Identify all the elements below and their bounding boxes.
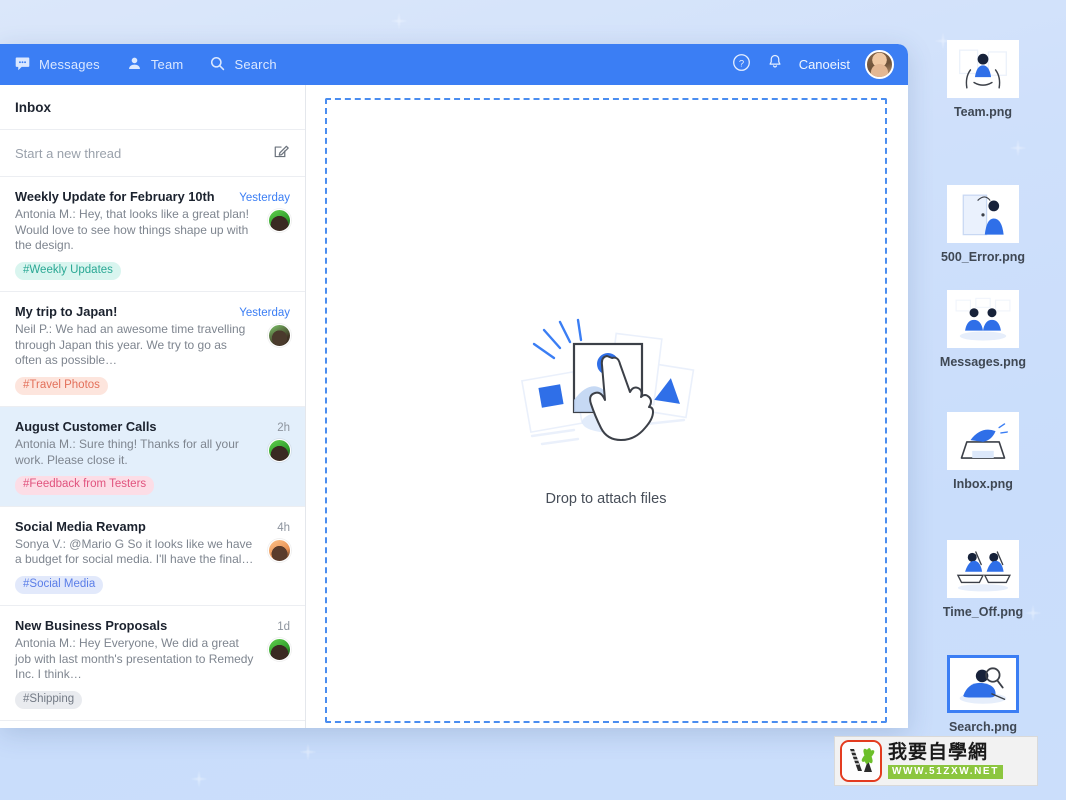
app-window: Messages Team Search ? Canoeist: [0, 44, 908, 728]
thread-list-item[interactable]: My trip to Japan!Yesterday Neil P.: We ha…: [0, 292, 305, 407]
window-body: Inbox Start a new thread Weekly Update f…: [0, 85, 908, 728]
desktop-file-name: Messages.png: [940, 355, 1026, 369]
desktop-file-name: 500_Error.png: [941, 250, 1025, 264]
thread-list-item[interactable]: Weekly Update for February 10thYesterday…: [0, 177, 305, 292]
thread-preview: Neil P.: We had an awesome time travelli…: [15, 322, 290, 369]
desktop-file-thumbnail: [947, 655, 1019, 713]
thread-list[interactable]: Weekly Update for February 10thYesterday…: [0, 177, 305, 728]
thread-avatar: [268, 439, 291, 462]
thread-avatar: [268, 539, 291, 562]
thread-title: New Business Proposals: [15, 618, 277, 633]
desktop-sparkle: [300, 744, 316, 760]
chat-bubble-icon: [14, 55, 31, 75]
desktop-file-name: Time_Off.png: [943, 605, 1023, 619]
thread-timestamp: Yesterday: [239, 192, 290, 204]
drop-zone-center: Drop to attach files: [327, 318, 885, 507]
thread-tag[interactable]: #Weekly Updates: [15, 262, 121, 281]
thread-tag[interactable]: #Shipping: [15, 691, 82, 710]
thread-timestamp: 4h: [277, 522, 290, 534]
thread-avatar: [268, 638, 291, 661]
page-title: Inbox: [0, 85, 305, 130]
nav-item-messages[interactable]: Messages: [14, 55, 100, 75]
watermark-url-text: WWW.51ZXW.NET: [888, 765, 1003, 779]
thread-preview: Sonya V.: @Mario G So it looks like we h…: [15, 537, 290, 568]
svg-text:?: ?: [739, 58, 744, 69]
desktop-file-name: Search.png: [949, 720, 1017, 734]
compose-pencil-icon[interactable]: [272, 142, 290, 165]
nav-label-team: Team: [151, 57, 184, 72]
start-new-thread-row[interactable]: Start a new thread: [0, 130, 305, 177]
thread-header: My trip to Japan!Yesterday: [15, 304, 290, 319]
desktop-file-thumbnail: [947, 412, 1019, 470]
thread-timestamp: 2h: [277, 422, 290, 434]
watermark-logo-icon: [840, 740, 882, 782]
desktop-file-name: Inbox.png: [953, 477, 1013, 491]
avatar[interactable]: [865, 50, 894, 79]
watermark-text-group: 我要自學網 WWW.51ZXW.NET: [888, 743, 1003, 779]
desktop-sparkle: [1010, 140, 1026, 156]
desktop-file-thumbnail: [947, 185, 1019, 243]
thread-avatar: [268, 324, 291, 347]
thread-header: August Customer Calls2h: [15, 419, 290, 434]
thread-timestamp: Yesterday: [239, 307, 290, 319]
username-label: Canoeist: [799, 57, 850, 72]
desktop-file-thumbnail: [947, 540, 1019, 598]
question-circle-icon[interactable]: ?: [732, 53, 751, 77]
thread-list-item[interactable]: New Business Proposals1d Antonia M.: Hey …: [0, 606, 305, 721]
topbar-right-group: ? Canoeist: [732, 50, 894, 79]
thread-list-item[interactable]: Social Media Revamp4h Sonya V.: @Mario G …: [0, 507, 305, 607]
nav-label-messages: Messages: [39, 57, 100, 72]
desktop-sparkle: [386, 8, 412, 34]
thread-title: My trip to Japan!: [15, 304, 239, 319]
nav-label-search: Search: [234, 57, 276, 72]
thread-title: Social Media Revamp: [15, 519, 277, 534]
desktop-file-icon[interactable]: 500_Error.png: [923, 185, 1043, 266]
thread-avatar: [268, 209, 291, 232]
desktop-file-thumbnail: [947, 290, 1019, 348]
thread-title: Weekly Update for February 10th: [15, 189, 239, 204]
new-thread-placeholder: Start a new thread: [15, 146, 121, 161]
desktop-file-thumbnail: [947, 40, 1019, 98]
thread-header: Social Media Revamp4h: [15, 519, 290, 534]
file-drop-zone[interactable]: Drop to attach files: [325, 98, 887, 723]
thread-preview: Antonia M.: Sure thing! Thanks for all y…: [15, 437, 290, 468]
nav-item-team[interactable]: Team: [126, 55, 184, 75]
nav-item-search[interactable]: Search: [209, 55, 276, 75]
thread-list-item[interactable]: Updating our "About us" page1dRoxanne A.…: [0, 721, 305, 728]
watermark: 我要自學網 WWW.51ZXW.NET: [834, 736, 1038, 786]
thread-tag[interactable]: #Social Media: [15, 576, 103, 595]
thread-header: Weekly Update for February 10thYesterday: [15, 189, 290, 204]
inbox-sidebar: Inbox Start a new thread Weekly Update f…: [0, 85, 306, 728]
desktop-file-icon[interactable]: Inbox.png: [923, 412, 1043, 493]
desktop-file-icon[interactable]: Team.png: [923, 40, 1043, 121]
thread-list-item[interactable]: August Customer Calls2h Antonia M.: Sure …: [0, 407, 305, 507]
drop-zone-label: Drop to attach files: [546, 491, 667, 507]
desktop-file-name: Team.png: [954, 105, 1012, 119]
desktop-file-icon[interactable]: Search.png: [923, 655, 1043, 736]
thread-header: New Business Proposals1d: [15, 618, 290, 633]
desktop-sparkle: [186, 766, 212, 792]
main-content-pane: Drop to attach files: [306, 85, 908, 728]
bell-icon[interactable]: [766, 53, 784, 76]
desktop-file-icon[interactable]: Messages.png: [923, 290, 1043, 371]
hand-dropping-photo-icon: [516, 318, 696, 473]
thread-timestamp: 1d: [277, 621, 290, 633]
thread-title: August Customer Calls: [15, 419, 277, 434]
thread-tag[interactable]: #Travel Photos: [15, 377, 108, 396]
watermark-cn-text: 我要自學網: [888, 743, 1003, 762]
person-icon: [126, 55, 143, 75]
thread-preview: Antonia M.: Hey Everyone, We did a great…: [15, 636, 290, 683]
thread-tag[interactable]: #Feedback from Testers: [15, 476, 154, 495]
desktop-file-icon[interactable]: Time_Off.png: [923, 540, 1043, 621]
top-navigation-bar: Messages Team Search ? Canoeist: [0, 44, 908, 85]
search-icon: [209, 55, 226, 75]
thread-preview: Antonia M.: Hey, that looks like a great…: [15, 207, 290, 254]
